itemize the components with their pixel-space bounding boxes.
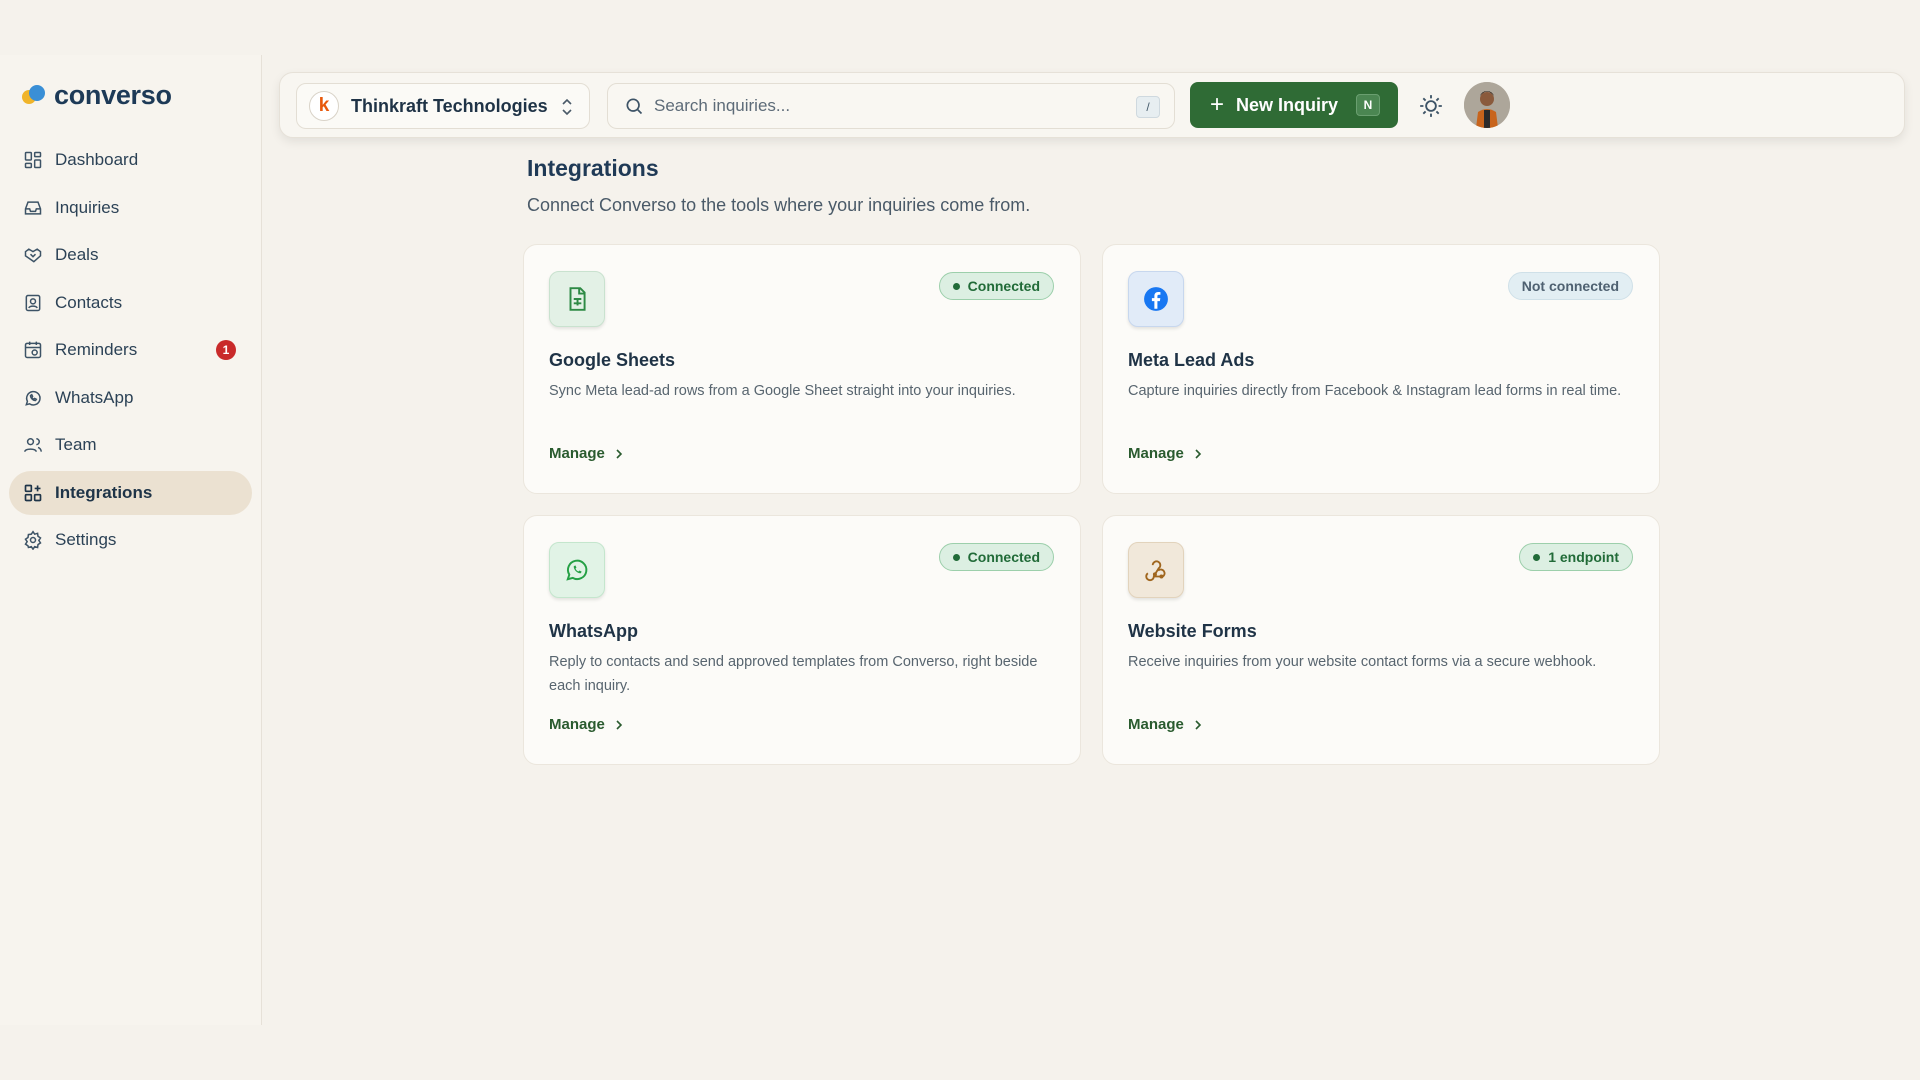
- gear-icon: [24, 530, 42, 550]
- card-description: Receive inquiries from your website cont…: [1128, 654, 1597, 670]
- integration-card-website-forms: 1 endpoint Website Forms Receive inquiri…: [1102, 515, 1660, 765]
- status-badge: Not connected: [1507, 272, 1633, 300]
- facebook-icon: [1144, 287, 1168, 311]
- dashboard-icon: [24, 151, 42, 169]
- users-icon: [23, 438, 43, 453]
- integration-icon-box: [1128, 542, 1184, 598]
- search-shortcut-key: /: [1136, 96, 1160, 118]
- brand-logo[interactable]: converso: [22, 75, 172, 115]
- status-label: Connected: [967, 278, 1040, 294]
- spreadsheet-icon: [569, 287, 586, 311]
- sidebar-item-inquiries[interactable]: Inquiries: [9, 186, 252, 230]
- status-badge: 1 endpoint: [1519, 543, 1633, 571]
- manage-label: Manage: [1128, 445, 1184, 462]
- sidebar-item-settings[interactable]: Settings: [9, 518, 252, 562]
- sidebar-item-integrations[interactable]: Integrations: [9, 470, 252, 515]
- handshake-icon: [24, 248, 42, 263]
- whatsapp-icon: [566, 559, 588, 581]
- integration-icon-box: [549, 271, 605, 327]
- avatar[interactable]: [1464, 82, 1510, 128]
- webhook-icon: [1145, 560, 1166, 582]
- sidebar-item-label: Reminders: [55, 340, 138, 359]
- card-description: Capture inquiries directly from Facebook…: [1128, 383, 1622, 399]
- card-description: Reply to contacts and send approved temp…: [549, 654, 1038, 694]
- sidebar-item-reminders[interactable]: Reminders 1: [9, 328, 252, 372]
- card-title: Google Sheets: [549, 350, 676, 370]
- chevron-right-icon: [1195, 448, 1201, 459]
- sidebar: converso Dashboard Inquiries Deals Conta…: [0, 55, 262, 1025]
- status-label: 1 endpoint: [1548, 549, 1619, 565]
- sidebar-item-whatsapp[interactable]: WhatsApp: [9, 376, 252, 420]
- alarm-clock-icon: [24, 341, 42, 359]
- sidebar-item-label: Integrations: [55, 482, 153, 502]
- plus-icon: +: [1210, 91, 1225, 118]
- sun-icon[interactable]: [1418, 93, 1444, 119]
- brand-name: converso: [54, 79, 172, 110]
- new-inquiry-button[interactable]: + New Inquiry N: [1190, 82, 1398, 128]
- sidebar-item-team[interactable]: Team: [9, 423, 252, 467]
- status-dot-icon: [952, 282, 960, 290]
- integration-icon-box: [549, 542, 605, 598]
- new-inquiry-label: New Inquiry: [1236, 94, 1339, 115]
- whatsapp-icon: [25, 390, 41, 406]
- status-badge: Connected: [938, 543, 1054, 571]
- topbar: k Thinkraft Technologies / + New Inquiry…: [279, 72, 1905, 138]
- search-bar[interactable]: /: [607, 83, 1175, 129]
- app-window: converso Dashboard Inquiries Deals Conta…: [0, 55, 1920, 1025]
- status-label: Connected: [967, 549, 1040, 565]
- manage-link[interactable]: Manage: [549, 716, 625, 733]
- sidebar-item-deals[interactable]: Deals: [9, 233, 252, 277]
- integration-card-whatsapp: Connected WhatsApp Reply to contacts and…: [523, 515, 1081, 765]
- reminders-count-badge: 1: [216, 340, 236, 360]
- sidebar-item-label: Dashboard: [55, 150, 139, 169]
- new-inquiry-shortcut-key: N: [1356, 94, 1380, 116]
- user-photo-icon: [1464, 82, 1510, 128]
- page-subtitle: Connect Converso to the tools where your…: [527, 195, 1031, 215]
- chevron-up-down-icon: [562, 98, 572, 116]
- card-title: Meta Lead Ads: [1128, 350, 1255, 370]
- card-title: Website Forms: [1128, 621, 1257, 641]
- status-label: Not connected: [1521, 278, 1619, 294]
- chevron-right-icon: [1195, 719, 1201, 730]
- sidebar-item-label: Settings: [55, 530, 117, 549]
- sidebar-item-dashboard[interactable]: Dashboard: [9, 138, 252, 182]
- manage-link[interactable]: Manage: [1128, 445, 1204, 462]
- status-dot-icon: [952, 553, 960, 561]
- converso-logo-icon: [22, 82, 48, 108]
- manage-label: Manage: [549, 445, 605, 462]
- card-title: WhatsApp: [549, 621, 638, 641]
- integration-card-google-sheets: Connected Google Sheets Sync Meta lead-a…: [523, 244, 1081, 494]
- integrations-icon: [24, 484, 42, 501]
- sidebar-item-label: Inquiries: [55, 197, 120, 217]
- manage-label: Manage: [549, 716, 605, 733]
- chevron-right-icon: [616, 719, 622, 730]
- org-avatar: k: [309, 91, 339, 121]
- sidebar-item-contacts[interactable]: Contacts: [9, 281, 252, 325]
- sidebar-item-label: WhatsApp: [55, 387, 134, 407]
- card-description: Sync Meta lead-ad rows from a Google She…: [549, 383, 1016, 399]
- page-title: Integrations: [527, 155, 659, 181]
- manage-link[interactable]: Manage: [549, 445, 625, 462]
- sidebar-item-label: Deals: [55, 245, 99, 264]
- manage-label: Manage: [1128, 716, 1184, 733]
- sidebar-nav: Dashboard Inquiries Deals Contacts Remin…: [9, 138, 252, 566]
- chevron-right-icon: [616, 448, 622, 459]
- contacts-icon: [25, 294, 41, 311]
- status-dot-icon: [1533, 553, 1541, 561]
- org-switcher[interactable]: k Thinkraft Technologies: [296, 83, 590, 129]
- search-icon: [626, 98, 643, 115]
- org-name: Thinkraft Technologies: [351, 95, 548, 116]
- sidebar-item-label: Team: [55, 435, 97, 454]
- integration-card-meta-lead-ads: Not connected Meta Lead Ads Capture inqu…: [1102, 244, 1660, 494]
- integration-icon-box: [1128, 271, 1184, 327]
- sidebar-item-label: Contacts: [55, 292, 123, 312]
- status-badge: Connected: [938, 272, 1054, 300]
- manage-link[interactable]: Manage: [1128, 716, 1204, 733]
- inbox-icon: [24, 200, 42, 215]
- search-input[interactable]: [654, 96, 1114, 116]
